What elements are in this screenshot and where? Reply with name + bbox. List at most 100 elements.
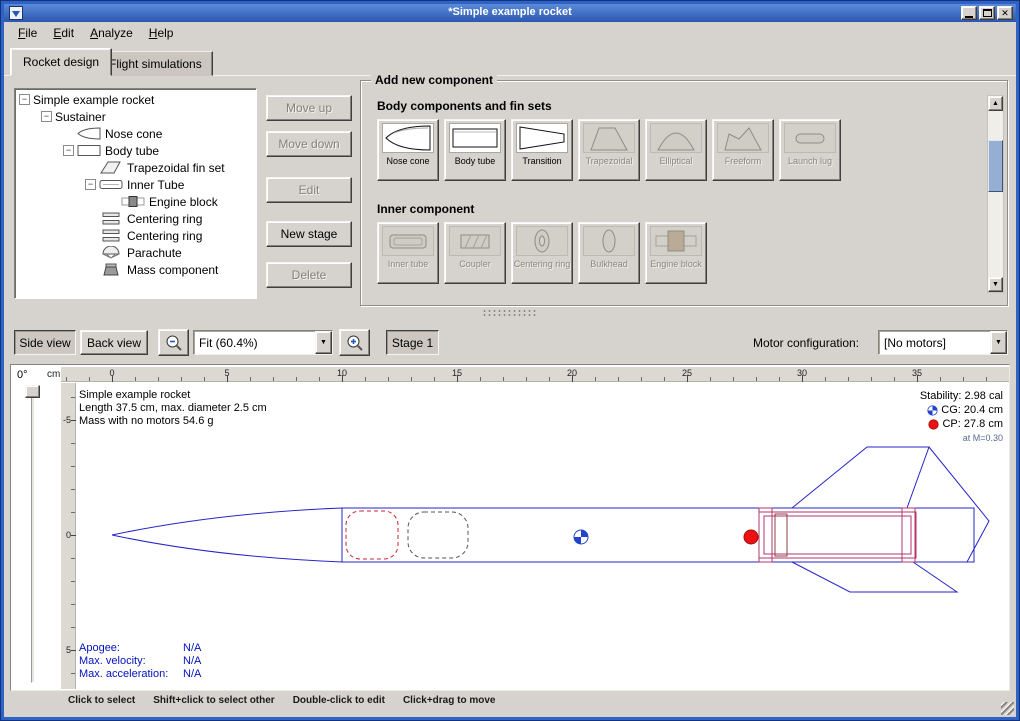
tree-item-label: Trapezoidal fin set	[127, 161, 225, 175]
tree-item-parachute[interactable]: Parachute	[15, 244, 256, 261]
rotation-slider-handle[interactable]	[25, 385, 40, 398]
resize-grip[interactable]	[1001, 702, 1014, 715]
freeform-fin-icon	[717, 123, 769, 153]
tree-item-engine-block[interactable]: Engine block	[15, 193, 256, 210]
ruler-unit-label: cm	[47, 369, 60, 380]
tree-item-sustainer[interactable]: − Sustainer	[15, 108, 256, 125]
collapse-icon[interactable]: −	[63, 145, 74, 156]
zoom-in-button[interactable]	[339, 329, 370, 356]
ruler-label: 25	[675, 368, 699, 382]
rocket-canvas[interactable]: 0° cm 0 5 10 15 20 25 30 35 -5 0 5	[10, 364, 1010, 691]
maximize-button[interactable]	[979, 6, 995, 20]
collapse-icon[interactable]: −	[19, 94, 30, 105]
scroll-up-button[interactable]: ▲	[988, 96, 1003, 111]
tree-item-body-tube[interactable]: − Body tube	[15, 142, 256, 159]
menu-analyze[interactable]: Analyze	[82, 24, 141, 42]
stage-1-toggle[interactable]: Stage 1	[386, 330, 439, 355]
tab-flight-simulations[interactable]: Flight simulations	[98, 51, 213, 76]
component-button-launch-lug[interactable]: Launch lug	[779, 119, 841, 181]
tree-item-label: Centering ring	[127, 229, 202, 243]
move-up-button[interactable]: Move up	[266, 95, 352, 121]
hint-double-click: Double-click to edit	[293, 695, 385, 706]
scroll-down-button[interactable]: ▼	[988, 277, 1003, 292]
component-button-inner-tube[interactable]: Inner tube	[377, 222, 439, 284]
ruler-label: -5	[61, 414, 71, 426]
chevron-down-icon[interactable]: ▼	[990, 331, 1007, 354]
tree-item-label: Parachute	[127, 246, 182, 260]
tree-item-centering-ring-1[interactable]: Centering ring	[15, 210, 256, 227]
tree-item-trapezoidal-fin-set[interactable]: Trapezoidal fin set	[15, 159, 256, 176]
component-button-elliptical-fin[interactable]: Elliptical	[645, 119, 707, 181]
nose-cone-outline[interactable]	[112, 508, 342, 535]
tree-item-label: Sustainer	[55, 110, 106, 124]
ruler-label: 10	[330, 368, 354, 382]
parachute-icon	[99, 246, 123, 259]
component-button-coupler[interactable]: Coupler	[444, 222, 506, 284]
ruler-label: 5	[215, 368, 239, 382]
cg-value: CG: 20.4 cm	[941, 403, 1003, 417]
collapse-icon[interactable]: −	[85, 179, 96, 190]
tab-rocket-design[interactable]: Rocket design	[10, 48, 112, 76]
fin-outline-projected[interactable]	[929, 447, 989, 562]
side-view-button[interactable]: Side view	[14, 330, 76, 355]
component-button-nose-cone[interactable]: Nose cone	[377, 119, 439, 181]
engine-block-outline[interactable]	[775, 514, 787, 556]
rocket-drawing-area[interactable]: Simple example rocket Length 37.5 cm, ma…	[76, 383, 1009, 689]
fin-icon	[99, 161, 123, 174]
tree-item-label: Mass component	[127, 263, 218, 277]
tree-item-rocket[interactable]: − Simple example rocket	[15, 91, 256, 108]
delete-button[interactable]: Delete	[266, 262, 352, 288]
component-button-bulkhead[interactable]: Bulkhead	[578, 222, 640, 284]
tree-item-nose-cone[interactable]: Nose cone	[15, 125, 256, 142]
horizontal-ruler: 0 5 10 15 20 25 30 35	[61, 367, 1009, 382]
rotation-slider[interactable]	[31, 387, 35, 683]
component-button-centering-ring[interactable]: Centering ring	[511, 222, 573, 284]
engine-block-icon	[121, 195, 145, 208]
parachute-outline[interactable]	[346, 511, 398, 559]
splitter-handle[interactable]	[470, 307, 550, 318]
component-button-trapezoidal-fin[interactable]: Trapezoidal	[578, 119, 640, 181]
back-view-button[interactable]: Back view	[80, 330, 148, 355]
tree-item-mass-component[interactable]: Mass component	[15, 261, 256, 278]
menu-file[interactable]: File	[10, 24, 45, 42]
tree-item-label: Engine block	[149, 195, 218, 209]
collapse-icon[interactable]: −	[41, 111, 52, 122]
component-button-body-tube[interactable]: Body tube	[444, 119, 506, 181]
tree-item-centering-ring-2[interactable]: Centering ring	[15, 227, 256, 244]
scrollbar-thumb[interactable]	[988, 140, 1003, 192]
tree-item-inner-tube[interactable]: − Inner Tube	[15, 176, 256, 193]
body-tube-icon	[77, 144, 101, 157]
motor-configuration-combo[interactable]: [No motors] ▼	[878, 330, 1008, 355]
menu-help[interactable]: Help	[141, 24, 182, 42]
fin-outline-lower[interactable]	[792, 562, 957, 592]
zoom-out-icon	[165, 334, 183, 352]
inner-tube-outline[interactable]	[759, 512, 916, 558]
scroll-down-icon: ▼	[992, 281, 999, 288]
inner-tube-wall[interactable]	[764, 516, 911, 554]
close-icon: ✕	[1001, 9, 1009, 18]
rocket-name: Simple example rocket	[79, 389, 267, 402]
minimize-button[interactable]	[961, 6, 977, 20]
minimize-icon	[965, 16, 973, 18]
window-title: *Simple example rocket	[4, 6, 1016, 18]
apogee-value: N/A	[183, 642, 201, 654]
fin-outline-upper[interactable]	[792, 447, 929, 508]
menu-edit[interactable]: Edit	[45, 24, 82, 42]
component-button-freeform-fin[interactable]: Freeform	[712, 119, 774, 181]
centering-ring-icon	[99, 212, 123, 225]
edit-button[interactable]: Edit	[266, 177, 352, 203]
nose-cone-outline[interactable]	[112, 535, 342, 562]
component-button-engine-block[interactable]: Engine block	[645, 222, 707, 284]
zoom-out-button[interactable]	[158, 329, 189, 356]
tree-item-label: Simple example rocket	[33, 93, 154, 107]
move-down-button[interactable]: Move down	[266, 131, 352, 157]
ruler-label: 0	[61, 529, 71, 541]
status-bar: Click to select Shift+click to select ot…	[68, 695, 495, 706]
mass-component-outline[interactable]	[408, 512, 468, 558]
zoom-level-combo[interactable]: Fit (60.4%) ▼	[193, 330, 333, 355]
component-button-transition[interactable]: Transition	[511, 119, 573, 181]
component-panel-scrollbar[interactable]: ▲ ▼	[987, 95, 1004, 293]
chevron-down-icon[interactable]: ▼	[315, 331, 332, 354]
new-stage-button[interactable]: New stage	[266, 221, 352, 247]
close-button[interactable]: ✕	[997, 6, 1013, 20]
